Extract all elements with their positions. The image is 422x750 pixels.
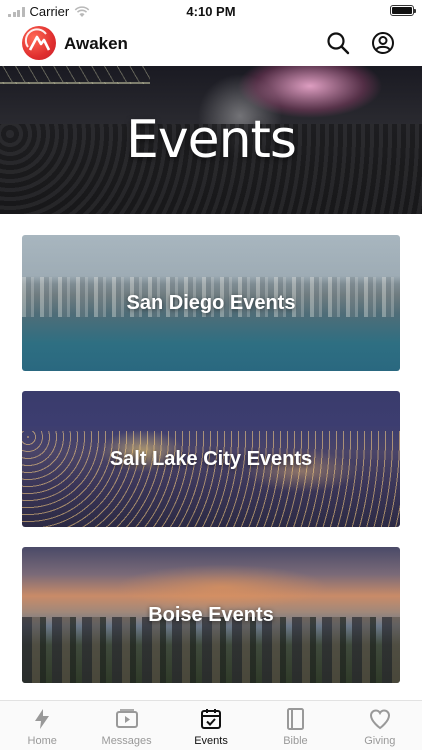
tab-bar: Home Messages Events Bible Giving bbox=[0, 700, 422, 750]
tab-label: Events bbox=[194, 735, 228, 747]
tab-giving[interactable]: Giving bbox=[338, 701, 422, 750]
event-card-label: Salt Lake City Events bbox=[109, 447, 313, 470]
heart-icon bbox=[369, 709, 390, 730]
event-card-salt-lake-city[interactable]: Salt Lake City Events bbox=[22, 391, 400, 527]
app-title: Awaken bbox=[64, 34, 128, 53]
video-player-icon bbox=[115, 709, 138, 728]
hero-banner: Events bbox=[0, 66, 422, 214]
event-card-boise[interactable]: Boise Events bbox=[22, 547, 400, 683]
book-icon bbox=[287, 708, 305, 730]
status-time: 4:10 PM bbox=[186, 4, 236, 19]
event-card-san-diego[interactable]: San Diego Events bbox=[22, 235, 400, 371]
tab-bible[interactable]: Bible bbox=[253, 701, 337, 750]
event-card-label: San Diego Events bbox=[126, 291, 296, 314]
tab-label: Giving bbox=[364, 735, 396, 747]
event-list: San Diego Events Salt Lake City Events B… bbox=[22, 235, 400, 703]
search-icon bbox=[327, 32, 350, 55]
status-bar: Carrier 4:10 PM bbox=[0, 0, 422, 22]
tab-events[interactable]: Events bbox=[169, 701, 253, 750]
lightning-icon bbox=[35, 709, 50, 729]
app-header: Awaken bbox=[0, 22, 422, 66]
account-button[interactable] bbox=[371, 31, 395, 55]
tab-label: Messages bbox=[101, 735, 152, 747]
stage-truss bbox=[0, 66, 150, 84]
tab-label: Home bbox=[27, 735, 57, 747]
awaken-logo-icon bbox=[22, 26, 56, 60]
battery-icon bbox=[390, 5, 416, 16]
event-card-label: Boise Events bbox=[148, 603, 274, 626]
calendar-check-icon bbox=[201, 709, 222, 729]
tab-messages[interactable]: Messages bbox=[84, 701, 168, 750]
account-icon bbox=[372, 32, 394, 54]
search-button[interactable] bbox=[326, 31, 350, 55]
tab-label: Bible bbox=[283, 735, 308, 747]
page-title: Events bbox=[125, 110, 297, 170]
tab-home[interactable]: Home bbox=[0, 701, 84, 750]
